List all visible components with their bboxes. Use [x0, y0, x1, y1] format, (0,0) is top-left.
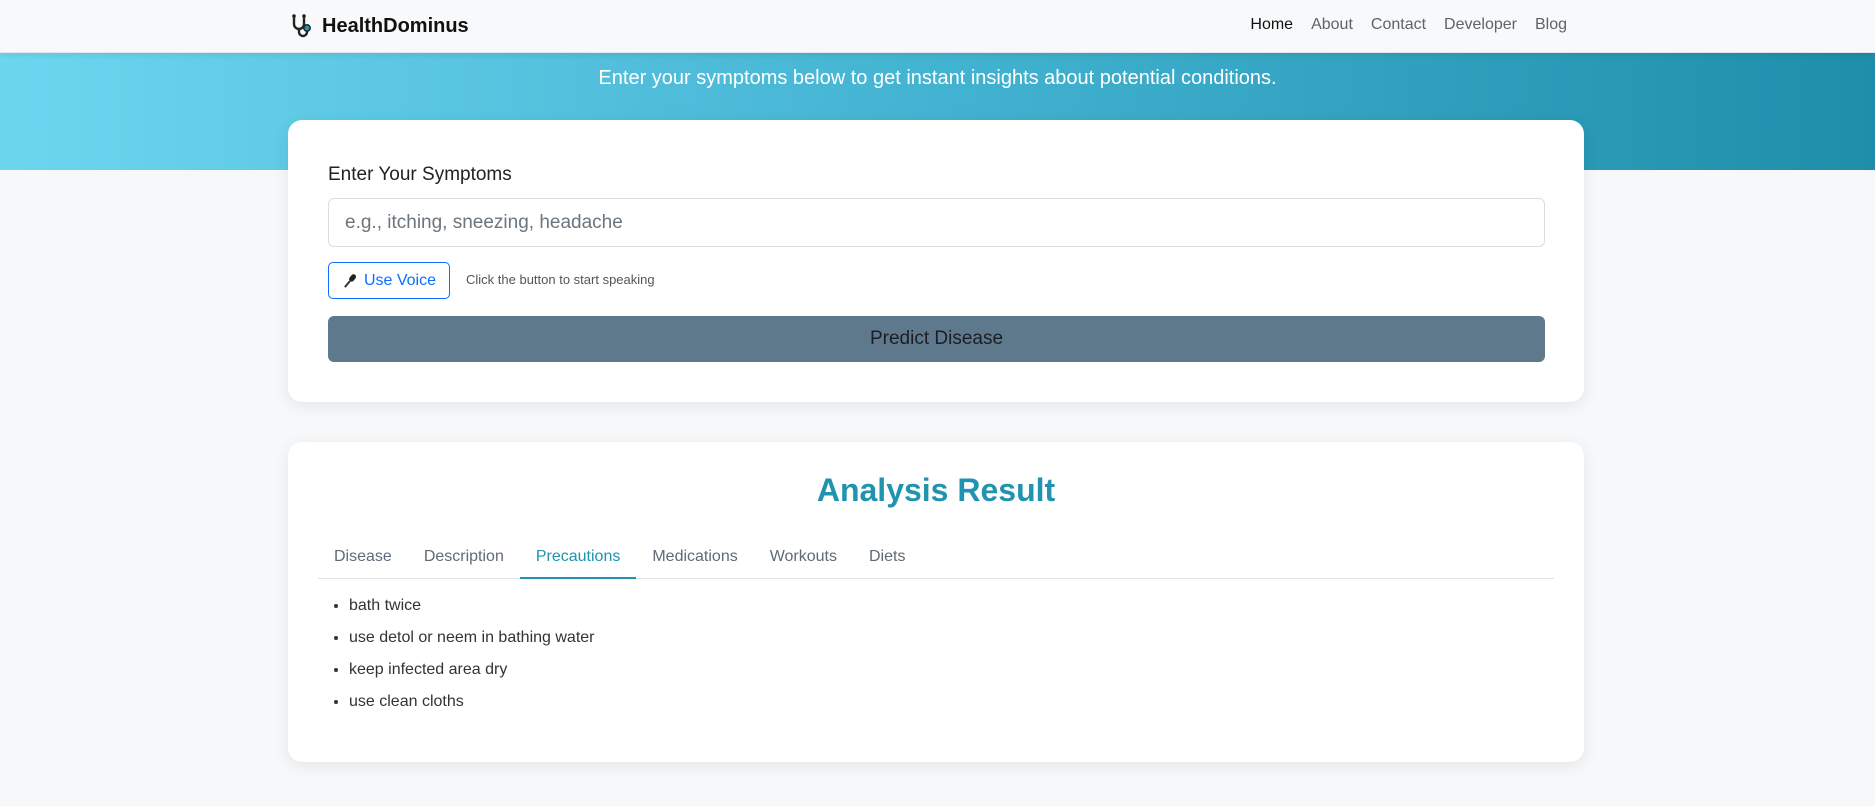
microphone-icon [342, 272, 358, 290]
tab-medications[interactable]: Medications [636, 538, 753, 579]
nav-link-contact[interactable]: Contact [1362, 14, 1435, 36]
hero-subtitle: Enter your symptoms below to get instant… [598, 67, 1277, 89]
predict-disease-button[interactable]: Predict Disease [328, 316, 1545, 362]
result-title: Analysis Result [816, 472, 1056, 508]
nav-link-blog[interactable]: Blog [1526, 14, 1576, 36]
symptom-label: Enter Your Symptoms [328, 164, 512, 185]
list-item: use detol or neem in bathing water [349, 627, 594, 659]
navbar: HealthDominus Home About Contact Develop… [0, 0, 1875, 53]
symptom-form-card: Enter Your Symptoms Use Voice Click the … [288, 120, 1584, 402]
list-item: bath twice [349, 595, 594, 627]
stethoscope-icon [288, 13, 314, 39]
use-voice-button[interactable]: Use Voice [328, 262, 450, 299]
list-item: keep infected area dry [349, 659, 594, 691]
tab-description[interactable]: Description [408, 538, 520, 579]
voice-hint: Click the button to start speaking [466, 272, 655, 287]
use-voice-label: Use Voice [363, 271, 437, 289]
precautions-list: bath twice use detol or neem in bathing … [349, 595, 594, 723]
tab-diets[interactable]: Diets [853, 538, 921, 579]
symptom-input[interactable] [328, 198, 1545, 247]
tab-workouts[interactable]: Workouts [754, 538, 853, 579]
nav-links: Home About Contact Developer Blog [1241, 14, 1576, 36]
tab-disease[interactable]: Disease [318, 538, 408, 579]
nav-link-developer[interactable]: Developer [1435, 14, 1526, 36]
nav-link-home[interactable]: Home [1241, 14, 1302, 36]
nav-link-about[interactable]: About [1302, 14, 1362, 36]
analysis-result-card: Analysis Result Disease Description Prec… [288, 442, 1584, 762]
result-tabs: Disease Description Precautions Medicati… [318, 538, 1554, 579]
list-item: use clean cloths [349, 691, 594, 723]
brand-logo[interactable]: HealthDominus [288, 12, 469, 40]
brand-name: HealthDominus [322, 14, 469, 37]
tab-precautions[interactable]: Precautions [519, 538, 637, 579]
